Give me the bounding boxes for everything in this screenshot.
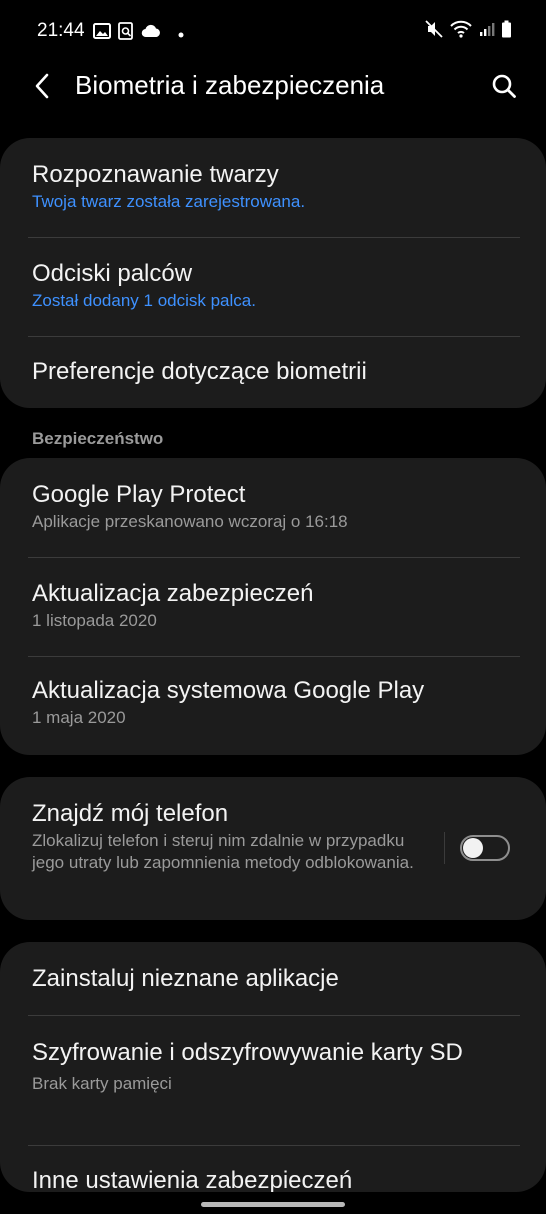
other-security-settings-title: Inne ustawienia zabezpieczeń xyxy=(32,1167,353,1192)
screen-search-icon xyxy=(118,22,134,45)
gallery-icon xyxy=(93,23,111,44)
find-my-phone-description: Zlokalizuj telefon i steruj nim zdalnie … xyxy=(32,831,414,872)
status-left-icons xyxy=(93,22,184,45)
sd-card-encryption-status: Brak karty pamięci xyxy=(32,1074,172,1093)
face-recognition-title: Rozpoznawanie twarzy xyxy=(32,161,279,188)
signal-icon xyxy=(479,21,495,42)
cloud-icon xyxy=(141,24,161,43)
back-button[interactable] xyxy=(26,70,58,102)
security-section-header: Bezpieczeństwo xyxy=(32,429,164,448)
search-button[interactable] xyxy=(488,70,520,102)
google-play-system-update-title: Aktualizacja systemowa Google Play xyxy=(32,677,425,704)
security-update-title: Aktualizacja zabezpieczeń xyxy=(32,580,314,607)
dot-icon xyxy=(178,25,184,43)
fingerprints-item[interactable]: Odciski palców Został dodany 1 odcisk pa… xyxy=(0,237,546,336)
biometrics-card: Rozpoznawanie twarzy Twoja twarz została… xyxy=(0,138,546,408)
security-update-date: 1 listopada 2020 xyxy=(32,611,157,630)
status-right-icons xyxy=(425,20,512,43)
install-unknown-apps-title: Zainstaluj nieznane aplikacje xyxy=(32,965,339,992)
toggle-knob xyxy=(463,838,483,858)
fingerprints-title: Odciski palców xyxy=(32,260,193,287)
biometrics-preferences-item[interactable]: Preferencje dotyczące biometrii xyxy=(0,336,546,408)
fingerprints-status: Został dodany 1 odcisk palca. xyxy=(32,291,256,310)
battery-icon xyxy=(501,20,512,43)
toggle-divider xyxy=(444,832,445,864)
mute-icon xyxy=(425,20,443,43)
status-time: 21:44 xyxy=(37,20,85,41)
google-play-system-update-item[interactable]: Aktualizacja systemowa Google Play 1 maj… xyxy=(0,656,546,755)
sd-card-encryption-title: Szyfrowanie i odszyfrowywanie karty SD xyxy=(32,1039,463,1066)
page-title: Biometria i zabezpieczenia xyxy=(75,70,385,100)
biometrics-preferences-title: Preferencje dotyczące biometrii xyxy=(32,358,367,385)
face-recognition-status: Twoja twarz została zarejestrowana. xyxy=(32,192,306,211)
install-unknown-apps-item[interactable]: Zainstaluj nieznane aplikacje xyxy=(0,942,546,1015)
security-update-item[interactable]: Aktualizacja zabezpieczeń 1 listopada 20… xyxy=(0,557,546,656)
google-play-protect-item[interactable]: Google Play Protect Aplikacje przeskanow… xyxy=(0,458,546,557)
search-icon xyxy=(492,74,516,98)
wifi-icon xyxy=(449,20,473,43)
back-arrow-icon xyxy=(35,73,49,99)
google-play-protect-title: Google Play Protect xyxy=(32,481,246,508)
google-play-system-update-date: 1 maja 2020 xyxy=(32,708,126,727)
find-my-phone-title: Znajdź mój telefon xyxy=(32,800,229,827)
face-recognition-item[interactable]: Rozpoznawanie twarzy Twoja twarz została… xyxy=(0,138,546,237)
find-my-phone-toggle[interactable] xyxy=(460,835,510,861)
security-card: Google Play Protect Aplikacje przeskanow… xyxy=(0,458,546,755)
app-bar: Biometria i zabezpieczenia xyxy=(0,60,546,112)
status-bar: 21:44 xyxy=(0,0,546,64)
navigation-gesture-handle[interactable] xyxy=(201,1202,345,1207)
sd-card-encryption-item[interactable]: Szyfrowanie i odszyfrowywanie karty SD B… xyxy=(0,1015,546,1145)
other-security-settings-item[interactable]: Inne ustawienia zabezpieczeń xyxy=(0,1145,546,1192)
other-security-card: Zainstaluj nieznane aplikacje Szyfrowani… xyxy=(0,942,546,1192)
google-play-protect-status: Aplikacje przeskanowano wczoraj o 16:18 xyxy=(32,512,348,531)
